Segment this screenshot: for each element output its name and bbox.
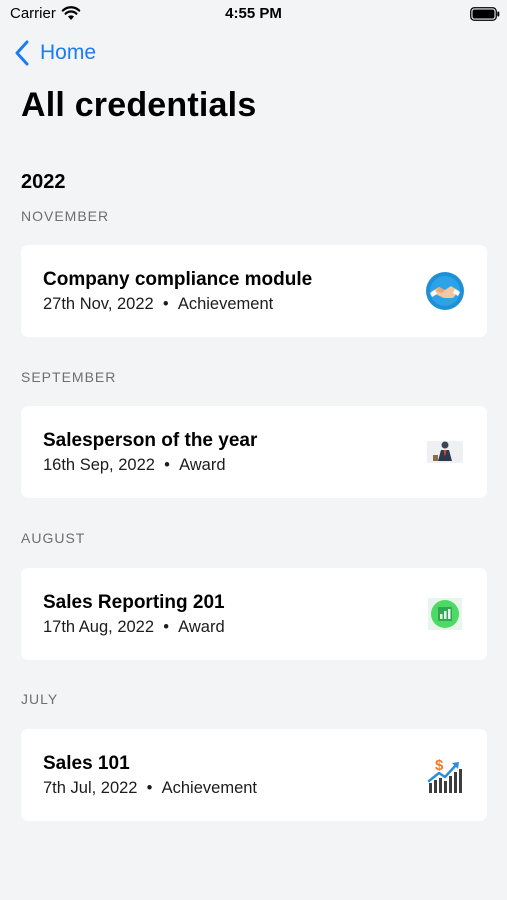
credential-meta: 7th Jul, 2022 • Achievement <box>43 779 258 797</box>
battery-icon <box>470 7 500 21</box>
report-chart-icon <box>428 598 462 630</box>
clock: 4:55 PM <box>225 5 282 22</box>
credential-title: Salesperson of the year <box>43 430 258 451</box>
credential-meta: 27th Nov, 2022 • Achievement <box>43 295 274 313</box>
status-bar: Carrier 4:55 PM <box>0 0 507 28</box>
year-heading: 2022 <box>21 171 66 193</box>
credential-meta: 16th Sep, 2022 • Award <box>43 456 226 474</box>
dollar-growth-chart-icon: $ <box>427 757 462 793</box>
salesperson-icon <box>427 441 463 463</box>
credential-type: Achievement <box>161 779 258 797</box>
back-button-label: Home <box>40 41 97 64</box>
credential-date: 7th Jul, 2022 <box>43 779 138 797</box>
credential-card[interactable]: Salesperson of the year 16th Sep, 2022 •… <box>21 406 487 498</box>
credential-date: 16th Sep, 2022 <box>43 456 155 474</box>
page-title: All credentials <box>21 86 257 124</box>
section-label-august: AUGUST <box>21 530 86 546</box>
credential-title: Sales 101 <box>43 753 130 774</box>
svg-text:$: $ <box>435 757 444 774</box>
credential-date: 17th Aug, 2022 <box>43 618 155 636</box>
credential-date: 27th Nov, 2022 <box>43 295 154 313</box>
back-button[interactable]: Home <box>14 38 96 68</box>
credential-card[interactable]: Sales Reporting 201 17th Aug, 2022 • Awa… <box>21 568 487 660</box>
credential-meta: 17th Aug, 2022 • Award <box>43 618 225 636</box>
section-label-september: SEPTEMBER <box>21 369 117 385</box>
handshake-icon <box>426 272 464 310</box>
credential-card[interactable]: Company compliance module 27th Nov, 2022… <box>21 245 487 337</box>
section-label-july: JULY <box>21 691 59 707</box>
credential-card[interactable]: Sales 101 7th Jul, 2022 • Achievement $ <box>21 729 487 821</box>
credential-type: Award <box>179 456 226 474</box>
credential-type: Award <box>178 618 225 636</box>
section-label-november: NOVEMBER <box>21 208 110 224</box>
chevron-left-icon <box>15 40 29 66</box>
credential-title: Company compliance module <box>43 269 313 290</box>
credential-title: Sales Reporting 201 <box>43 592 225 613</box>
credential-type: Achievement <box>177 295 274 313</box>
